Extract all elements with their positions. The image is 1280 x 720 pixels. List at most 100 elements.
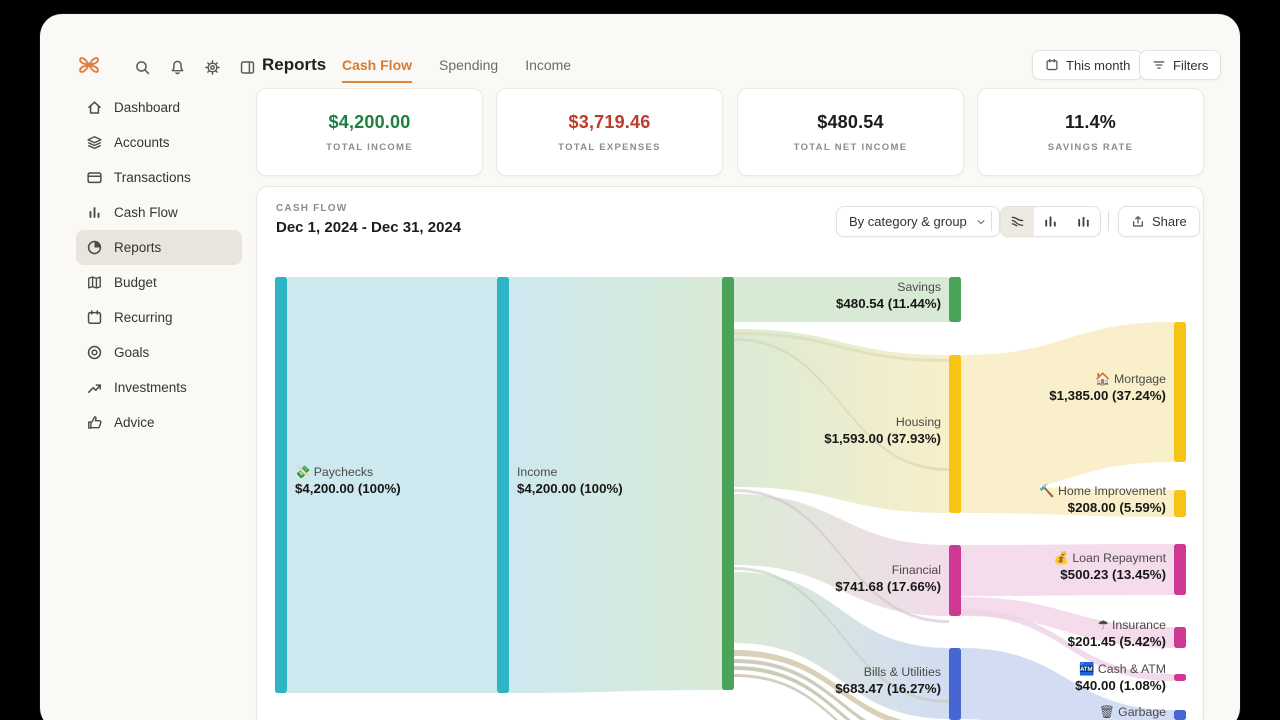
sankey-node-income[interactable] xyxy=(497,277,509,693)
sankey-flow-financial-loan_repayment[interactable] xyxy=(961,544,1174,596)
card-savings-rate: 11.4% SAVINGS RATE xyxy=(977,88,1204,176)
page-title: Reports xyxy=(262,55,326,75)
card-total-expenses: $3,719.46 TOTAL EXPENSES xyxy=(496,88,723,176)
butterfly-logo-icon xyxy=(76,52,102,78)
app-screenshot: Dashboard Accounts Transactions Cash Flo… xyxy=(0,0,1280,720)
sankey-node-home_improvement[interactable] xyxy=(1174,490,1186,517)
sidebar-item-accounts[interactable]: Accounts xyxy=(76,125,242,160)
share-button[interactable]: Share xyxy=(1118,206,1200,237)
search-icon xyxy=(134,59,151,76)
sidebar-item-dashboard[interactable]: Dashboard xyxy=(76,90,242,125)
view-sankey-button[interactable] xyxy=(1001,207,1034,236)
tab-spending[interactable]: Spending xyxy=(439,57,498,81)
sidebar-item-advice[interactable]: Advice xyxy=(76,405,242,440)
sankey-flow-housing-home_improvement[interactable] xyxy=(961,486,1174,517)
card-value: 11.4% xyxy=(1065,112,1116,133)
home-icon xyxy=(86,99,103,116)
sankey-node-bills[interactable] xyxy=(949,648,961,720)
divider xyxy=(1108,211,1109,231)
share-icon xyxy=(1131,215,1145,229)
trending-up-icon xyxy=(86,379,103,396)
sankey-view-icon xyxy=(1010,214,1025,229)
sidebar-nav: Dashboard Accounts Transactions Cash Flo… xyxy=(76,90,242,440)
tab-income[interactable]: Income xyxy=(525,57,571,81)
sidebar-toggle-button[interactable] xyxy=(235,55,259,79)
sidebar-item-label: Transactions xyxy=(114,170,191,185)
sidebar-item-transactions[interactable]: Transactions xyxy=(76,160,242,195)
chevron-down-icon xyxy=(975,216,987,228)
thumbs-up-icon xyxy=(86,414,103,431)
sidebar-item-budget[interactable]: Budget xyxy=(76,265,242,300)
filters-button[interactable]: Filters xyxy=(1139,50,1221,80)
settings-button[interactable] xyxy=(200,55,224,79)
sidebar-item-label: Dashboard xyxy=(114,100,180,115)
card-total-income: $4,200.00 TOTAL INCOME xyxy=(256,88,483,176)
sidebar-item-label: Budget xyxy=(114,275,157,290)
tab-cash-flow[interactable]: Cash Flow xyxy=(342,57,412,83)
sankey-node-garbage[interactable] xyxy=(1174,710,1186,720)
sankey-node-insurance[interactable] xyxy=(1174,627,1186,648)
panel-eyebrow: CASH FLOW xyxy=(276,203,347,214)
sankey-node-loan_repayment[interactable] xyxy=(1174,544,1186,595)
sankey-flow-income_split-savings[interactable] xyxy=(734,277,949,322)
card-total-net-income: $480.54 TOTAL NET INCOME xyxy=(737,88,964,176)
sankey-node-mortgage[interactable] xyxy=(1174,322,1186,462)
map-icon xyxy=(86,274,103,291)
panel-icon xyxy=(239,59,256,76)
sankey-node-savings[interactable] xyxy=(949,277,961,322)
filters-label: Filters xyxy=(1173,58,1208,73)
card-label: TOTAL NET INCOME xyxy=(794,142,908,153)
card-value: $480.54 xyxy=(817,112,883,133)
group-by-select[interactable]: By category & group xyxy=(836,206,1000,237)
sankey-flow-income_split-housing[interactable] xyxy=(734,329,949,513)
sidebar-item-label: Recurring xyxy=(114,310,173,325)
card-value: $4,200.00 xyxy=(329,112,411,133)
calendar-icon xyxy=(86,309,103,326)
card-label: SAVINGS RATE xyxy=(1048,142,1133,153)
credit-card-icon xyxy=(86,169,103,186)
sidebar-item-label: Reports xyxy=(114,240,161,255)
date-range-label: This month xyxy=(1066,58,1130,73)
sankey-node-income_split[interactable] xyxy=(722,277,734,690)
report-tabs: Cash Flow Spending Income xyxy=(342,57,571,83)
stacked-bar-view-icon xyxy=(1076,214,1091,229)
sidebar-quick-actions xyxy=(130,55,259,79)
target-icon xyxy=(86,344,103,361)
gear-icon xyxy=(204,59,221,76)
pie-chart-icon xyxy=(86,239,103,256)
layers-icon xyxy=(86,134,103,151)
divider xyxy=(991,211,992,231)
sidebar-item-label: Goals xyxy=(114,345,149,360)
filter-icon xyxy=(1152,58,1166,72)
app-logo[interactable] xyxy=(76,52,102,83)
sidebar-item-label: Investments xyxy=(114,380,187,395)
bar-chart-icon xyxy=(86,204,103,221)
card-label: TOTAL INCOME xyxy=(326,142,413,153)
sidebar-item-reports[interactable]: Reports xyxy=(76,230,242,265)
sankey-flow-paychecks-income[interactable] xyxy=(287,277,497,693)
sankey-node-paychecks[interactable] xyxy=(275,277,287,693)
share-label: Share xyxy=(1152,214,1187,229)
view-stacked-bar-button[interactable] xyxy=(1067,207,1100,236)
panel-date-range: Dec 1, 2024 - Dec 31, 2024 xyxy=(276,219,461,236)
view-bar-chart-button[interactable] xyxy=(1034,207,1067,236)
sidebar-item-recurring[interactable]: Recurring xyxy=(76,300,242,335)
sankey-node-cash_atm[interactable] xyxy=(1174,674,1186,681)
chart-view-switcher xyxy=(1000,206,1101,237)
date-range-button[interactable]: This month xyxy=(1032,50,1143,80)
notifications-button[interactable] xyxy=(165,55,189,79)
sidebar-item-label: Accounts xyxy=(114,135,170,150)
bell-icon xyxy=(169,59,186,76)
sidebar-item-goals[interactable]: Goals xyxy=(76,335,242,370)
sidebar-item-label: Cash Flow xyxy=(114,205,178,220)
sankey-node-financial[interactable] xyxy=(949,545,961,616)
sidebar-item-investments[interactable]: Investments xyxy=(76,370,242,405)
card-label: TOTAL EXPENSES xyxy=(558,142,661,153)
bar-chart-view-icon xyxy=(1043,214,1058,229)
sidebar-item-cashflow[interactable]: Cash Flow xyxy=(76,195,242,230)
sankey-flow-income-income_split[interactable] xyxy=(509,277,722,693)
group-by-value: By category & group xyxy=(849,214,967,229)
sankey-node-housing[interactable] xyxy=(949,355,961,513)
search-button[interactable] xyxy=(130,55,154,79)
card-value: $3,719.46 xyxy=(569,112,651,133)
